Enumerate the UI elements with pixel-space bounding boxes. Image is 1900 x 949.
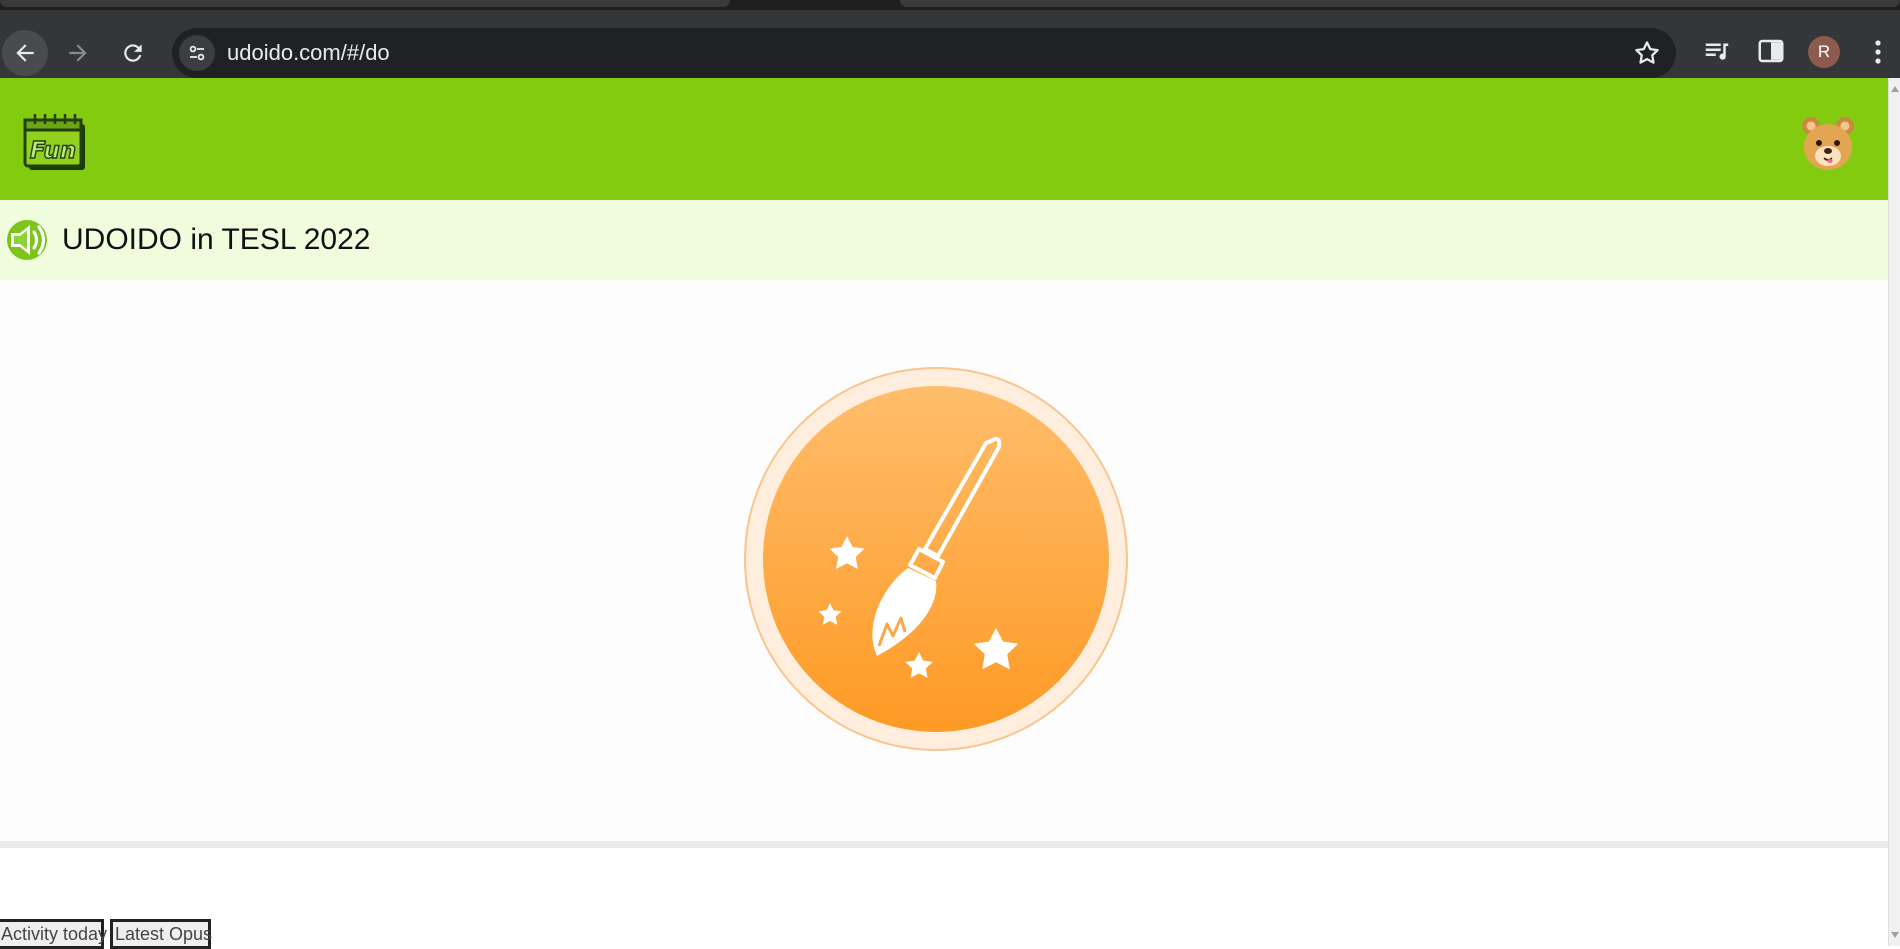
browser-tab[interactable] <box>900 0 1900 7</box>
app-header: Fun <box>0 78 1888 200</box>
browser-toolbar: udoido.com/#/do R <box>0 10 1900 78</box>
footer: Activity today Latest Opus <box>0 848 1888 949</box>
address-bar[interactable]: udoido.com/#/do <box>172 28 1676 78</box>
latest-opus-tab[interactable]: Latest Opus <box>110 919 212 949</box>
paintbrush-stars-icon[interactable] <box>743 366 1129 752</box>
arrow-right-icon <box>69 44 87 62</box>
back-button[interactable] <box>2 30 48 76</box>
arrow-left-icon <box>16 44 34 62</box>
logo-text: Fun <box>30 138 76 164</box>
divider <box>0 841 1888 848</box>
page-viewport: Fun UDOIDO in TESL 2022 Activity today L… <box>0 78 1888 949</box>
speaker-icon[interactable] <box>4 218 50 262</box>
side-panel-icon[interactable] <box>1756 36 1786 66</box>
kebab-menu-icon[interactable] <box>1866 34 1890 70</box>
activity-today-tab[interactable]: Activity today <box>0 919 107 949</box>
page-title: UDOIDO in TESL 2022 <box>62 223 371 256</box>
fun-calendar-logo-icon[interactable]: Fun <box>22 110 88 172</box>
forward-button[interactable] <box>55 30 101 76</box>
reload-button[interactable] <box>110 30 156 76</box>
scroll-up-icon[interactable] <box>1891 86 1899 92</box>
title-bar: UDOIDO in TESL 2022 <box>0 200 1888 280</box>
star-icon[interactable] <box>1632 38 1662 68</box>
vertical-scrollbar[interactable] <box>1888 78 1900 946</box>
browser-tab-strip <box>0 0 1900 10</box>
tune-icon <box>189 45 205 61</box>
scroll-down-icon[interactable] <box>1891 932 1899 938</box>
reload-icon <box>124 44 142 62</box>
profile-avatar[interactable]: R <box>1808 36 1840 68</box>
site-info-button[interactable] <box>179 35 215 71</box>
bear-mascot-icon[interactable] <box>1798 114 1858 174</box>
playlist-icon[interactable] <box>1702 36 1732 66</box>
url-text[interactable]: udoido.com/#/do <box>227 28 390 78</box>
browser-tab[interactable] <box>0 0 730 7</box>
